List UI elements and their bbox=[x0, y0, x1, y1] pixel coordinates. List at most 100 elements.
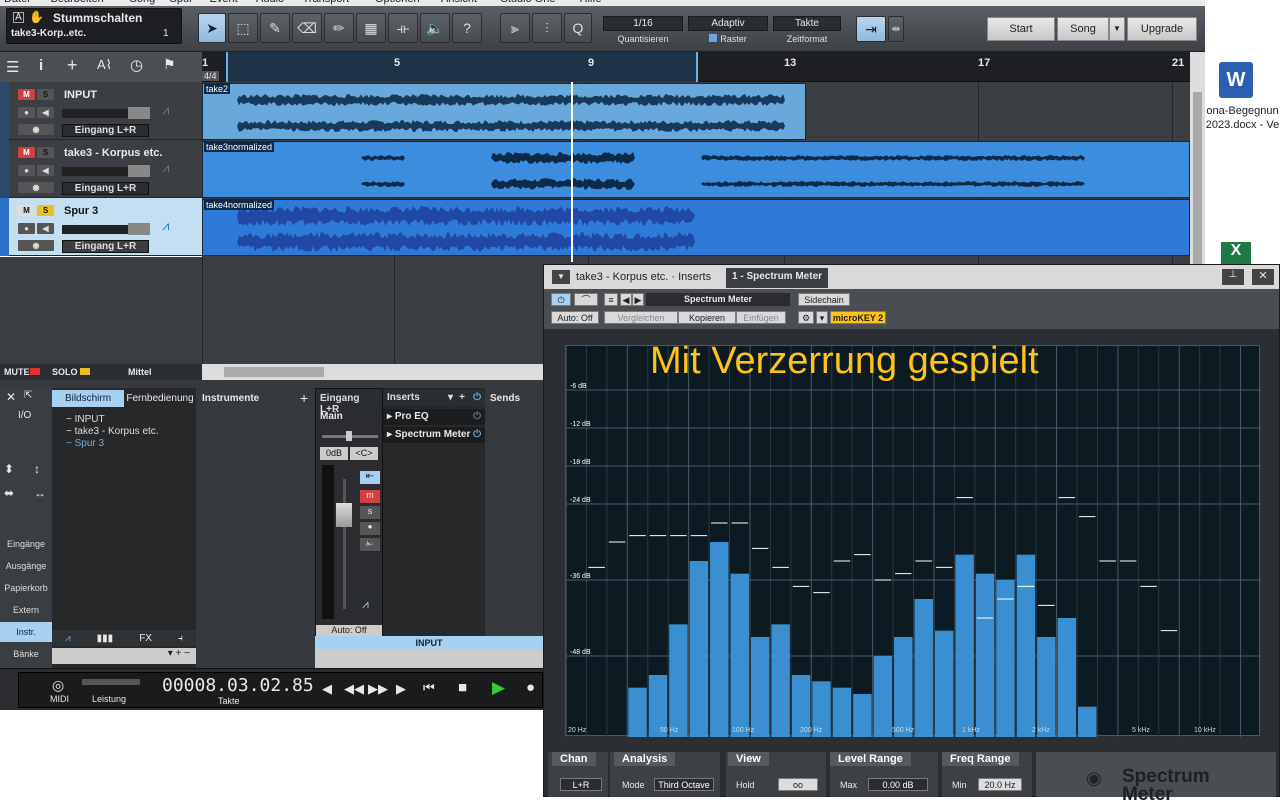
eraser-tool-icon[interactable]: ⌫ bbox=[292, 13, 322, 43]
return-zero-icon[interactable]: ⏮ bbox=[423, 680, 435, 696]
track-volume-slider[interactable] bbox=[128, 107, 150, 119]
track-solo-button[interactable]: S bbox=[37, 147, 54, 158]
browser-item[interactable]: ~ Spur 3 bbox=[66, 438, 104, 449]
mixer-icon[interactable]: ⩘ bbox=[65, 633, 71, 644]
preset-prev-icon[interactable]: ◀ bbox=[620, 293, 632, 306]
plugin-auto-button[interactable]: Auto: Off bbox=[551, 311, 599, 324]
menu-item[interactable]: Optionen bbox=[375, 0, 420, 5]
close-icon[interactable]: ✕ bbox=[6, 390, 16, 404]
word-file-icon[interactable]: W bbox=[1219, 62, 1253, 98]
menu-item[interactable]: Bearbeiten bbox=[51, 0, 104, 5]
channel-solo-button[interactable]: s bbox=[360, 506, 380, 519]
tab-bildschirm[interactable]: Bildschirm bbox=[52, 390, 124, 407]
upgrade-button[interactable]: Upgrade bbox=[1127, 17, 1197, 41]
track-solo-button[interactable]: S bbox=[37, 205, 54, 216]
clip-take4normalized[interactable]: take4normalized bbox=[202, 199, 1190, 256]
clip-take3normalized[interactable]: take3normalized bbox=[202, 141, 1190, 198]
song-button[interactable]: Song bbox=[1057, 17, 1109, 41]
arrow-tool-icon[interactable]: ➤ bbox=[198, 13, 226, 43]
record-button-icon[interactable]: ● bbox=[526, 679, 535, 696]
quantize-button[interactable]: Q bbox=[564, 13, 592, 43]
play-icon[interactable]: ▶ bbox=[492, 678, 505, 698]
menu-item[interactable]: Audio bbox=[256, 0, 284, 5]
start-button[interactable]: Start bbox=[987, 17, 1055, 41]
menu-item[interactable]: Transport bbox=[303, 0, 350, 5]
scroll-thumb[interactable] bbox=[1193, 92, 1202, 292]
insert-power-icon[interactable]: ⏻ bbox=[473, 411, 481, 422]
menu-item[interactable]: Datei bbox=[4, 0, 30, 5]
prev-icon[interactable]: ◀ bbox=[322, 681, 332, 697]
pin-icon[interactable]: ⇱ bbox=[24, 390, 32, 401]
channel-input[interactable]: Eingang L+R bbox=[316, 391, 382, 415]
track-header[interactable]: M S INPUT ● ◀ ◉ Eingang L+R ⩘ bbox=[0, 82, 202, 140]
help-button[interactable]: ? bbox=[452, 13, 482, 43]
plugin-menu-icon[interactable]: ▼ bbox=[552, 270, 570, 284]
midi-key-button[interactable]: microKEY 2 bbox=[830, 311, 886, 324]
mute-indicator[interactable] bbox=[30, 368, 40, 375]
stop-icon[interactable]: ■ bbox=[458, 679, 467, 696]
preset-next-icon[interactable]: ▶ bbox=[632, 293, 644, 306]
plugin-tab-inserts[interactable]: take3 - Korpus etc. · Inserts bbox=[576, 271, 711, 283]
monitor-speaker-icon[interactable]: ◀ bbox=[37, 107, 54, 118]
channel-select[interactable]: L+R bbox=[560, 778, 602, 791]
add-track-icon[interactable]: + bbox=[67, 55, 78, 76]
pan-knob[interactable] bbox=[346, 431, 352, 441]
input-monitor-icon[interactable]: ◉ bbox=[18, 182, 54, 193]
nudge-icon[interactable]: ⇹ bbox=[888, 16, 904, 42]
browser-item[interactable]: ~ INPUT bbox=[66, 414, 105, 425]
menu-item[interactable]: Spur bbox=[170, 0, 193, 5]
track-mute-button[interactable]: M bbox=[18, 147, 35, 158]
layout-icon[interactable]: ↔ bbox=[34, 486, 46, 500]
listen-tool-icon[interactable]: 🔈 bbox=[420, 13, 450, 43]
max-input[interactable]: 0.00 dB bbox=[868, 778, 928, 791]
io-label[interactable]: I/O bbox=[18, 410, 31, 421]
track-volume-slider[interactable] bbox=[128, 223, 150, 235]
timeformat-select[interactable]: Takte bbox=[773, 16, 841, 31]
volume-fader[interactable] bbox=[336, 503, 352, 527]
track-header[interactable]: M S take3 - Korpus etc. ● ◀ ◉ Eingang L+… bbox=[0, 140, 202, 198]
track-name[interactable]: take3 - Korpus etc. bbox=[64, 147, 162, 159]
browser-nav-item[interactable]: Papierkorb bbox=[0, 578, 52, 598]
hold-select[interactable]: oo bbox=[778, 778, 818, 791]
menu-item[interactable]: Ansicht bbox=[441, 0, 477, 5]
track-input-select[interactable]: Eingang L+R bbox=[62, 124, 149, 137]
follow-icon[interactable]: ⇥ bbox=[856, 16, 886, 42]
monitor-speaker-icon[interactable]: ◀ bbox=[37, 223, 54, 234]
speaker-icon[interactable]: 🔈 bbox=[360, 538, 380, 551]
solo-indicator[interactable] bbox=[80, 368, 90, 375]
track-mute-button[interactable]: M bbox=[18, 89, 35, 100]
excel-file-icon[interactable]: X bbox=[1221, 242, 1251, 264]
settings-icon[interactable]: ⚙ bbox=[798, 311, 814, 324]
close-window-icon[interactable]: ✕ bbox=[1252, 269, 1274, 285]
plugin-tab-spectrum[interactable]: 1 - Spectrum Meter bbox=[726, 268, 829, 288]
clock-icon[interactable]: ◷ bbox=[130, 56, 143, 74]
split-tool-icon[interactable]: ✎ bbox=[260, 13, 290, 43]
grid-checkbox[interactable] bbox=[709, 34, 718, 42]
pan-readout[interactable]: <C> bbox=[350, 447, 378, 460]
inserts-dropdown-icon[interactable]: ▾ bbox=[448, 392, 453, 403]
preset-list-icon[interactable]: ≡ bbox=[604, 293, 618, 306]
next-icon[interactable]: ▶ bbox=[396, 681, 406, 697]
add-instrument-icon[interactable]: + bbox=[300, 390, 308, 406]
menu-icon[interactable]: ☰ bbox=[6, 58, 19, 76]
bypass-icon[interactable]: ⌒ bbox=[574, 293, 598, 306]
track-volume-slider[interactable] bbox=[128, 165, 150, 177]
hscroll-thumb[interactable] bbox=[224, 367, 324, 377]
bend-tool-icon[interactable]: ⟛ bbox=[388, 13, 418, 43]
volume-readout[interactable]: 0dB bbox=[320, 447, 348, 460]
menu-item[interactable]: Hilfe bbox=[580, 0, 602, 5]
snap-grid-icon[interactable]: ⫶ bbox=[532, 13, 562, 43]
inserts-power-icon[interactable]: ⏻ bbox=[473, 392, 481, 403]
menu-item[interactable]: Song bbox=[130, 0, 156, 5]
input-monitor-icon[interactable]: ◉ bbox=[18, 240, 54, 251]
horizontal-scrollbar[interactable] bbox=[202, 364, 543, 380]
channel-mute-button[interactable]: m bbox=[360, 490, 380, 503]
quantize-select[interactable]: 1/16 bbox=[603, 16, 683, 31]
sidechain-button[interactable]: Sidechain bbox=[798, 293, 850, 306]
pin-window-icon[interactable]: ⊥ bbox=[1222, 269, 1244, 285]
playhead[interactable] bbox=[571, 82, 573, 262]
track-mute-button[interactable]: M bbox=[18, 205, 35, 216]
range-tool-icon[interactable]: ⬚ bbox=[228, 13, 258, 43]
power-icon[interactable]: ⏻ bbox=[551, 293, 571, 306]
preset-select[interactable]: Spectrum Meter bbox=[646, 293, 790, 306]
